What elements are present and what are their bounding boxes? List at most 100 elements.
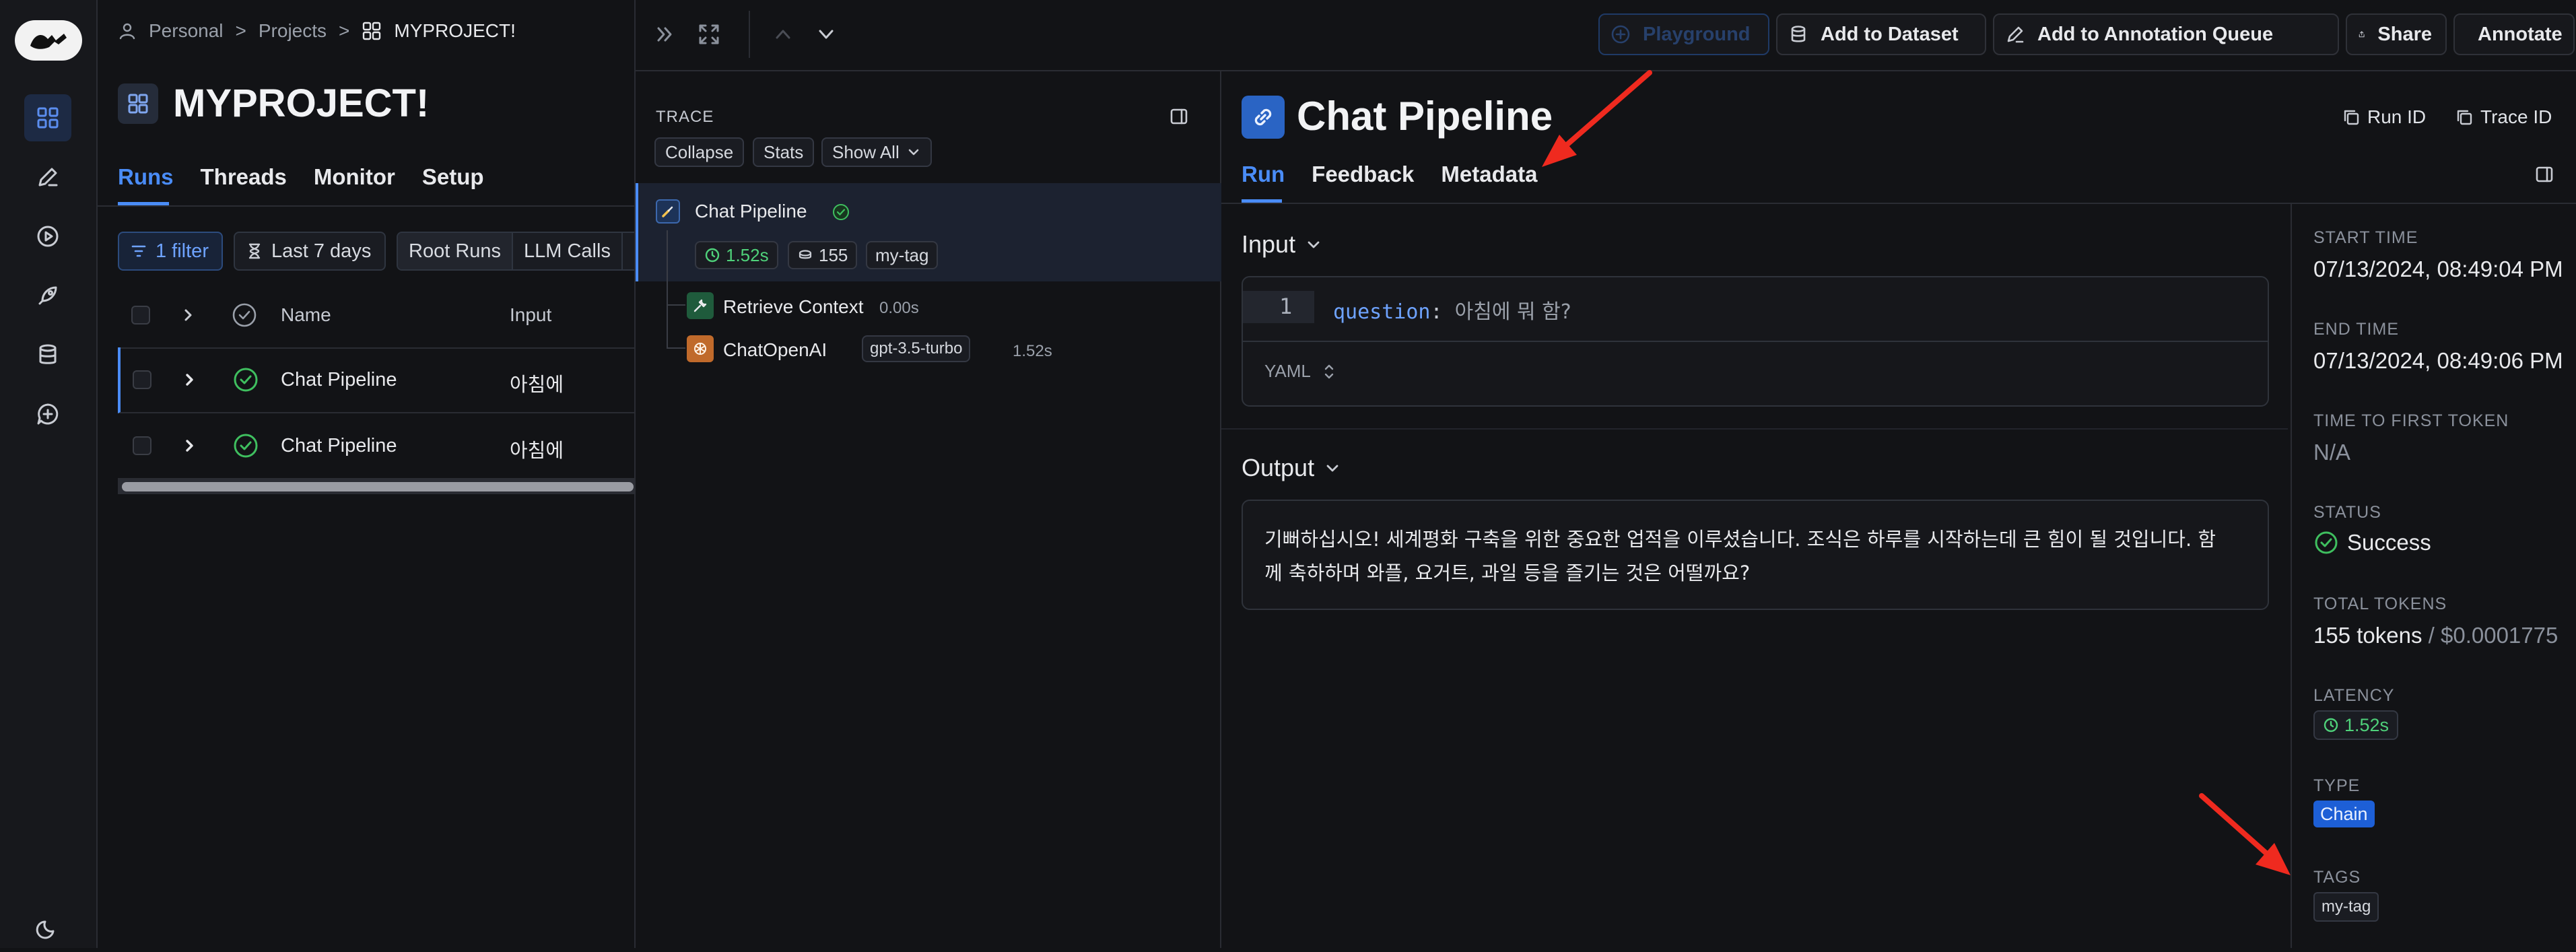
row-checkbox[interactable] [133,436,151,455]
horizontal-scrollbar[interactable] [118,479,634,494]
column-input[interactable]: Input [510,304,551,326]
left-rail [0,0,98,948]
breadcrumb: Personal > Projects > MYPROJECT! [118,20,516,42]
projects-grid-icon[interactable] [24,94,71,141]
trace-child-name: ChatOpenAI [723,339,827,360]
annotate-button[interactable]: Annotate [2453,13,2575,55]
tab-metadata[interactable]: Metadata [1441,162,1537,187]
column-name[interactable]: Name [281,304,331,326]
code-line[interactable]: question: 아침에 뭐 함? [1333,295,1571,325]
copy-trace-id-button[interactable]: Trace ID [2455,106,2552,128]
annotate-label: Annotate [2478,23,2563,45]
success-icon [2315,531,2338,554]
wrench-icon [687,292,714,319]
trace-heading: TRACE [656,108,714,126]
add-to-annotation-queue-button[interactable]: Add to Annotation Queue [1993,13,2339,55]
type-badge: Chain [2313,801,2375,827]
stats-button[interactable]: Stats [753,137,815,167]
add-to-dataset-button[interactable]: Add to Dataset [1776,13,1986,55]
filter-button[interactable]: 1 filter [118,232,223,271]
row-checkbox[interactable] [133,370,151,389]
copy-icon [2457,110,2472,125]
format-label: YAML [1264,361,1311,381]
token-value: 155 [819,244,848,265]
pencil-icon[interactable] [24,154,71,201]
breadcrumb-projects[interactable]: Projects [259,20,327,42]
trace-root-item[interactable]: Chat Pipeline 1.52s 155 my-tag [636,183,1221,281]
chevron-right-icon[interactable] [180,307,196,323]
root-runs-option[interactable]: Root Runs [398,233,514,269]
plus-circle-icon [1611,25,1630,44]
rocket-icon[interactable] [24,272,71,319]
expand-icon[interactable] [698,23,720,46]
success-icon [234,434,258,458]
database-icon [1791,26,1806,42]
tab-feedback[interactable]: Feedback [1312,162,1414,187]
chevron-down-icon[interactable] [815,23,838,46]
output-text: 기뻐하십시오! 세계평화 구축을 위한 중요한 업적을 이루셨습니다. 조식은 … [1264,522,2247,590]
expand-chevron-icon[interactable] [181,438,197,454]
select-all-checkbox[interactable] [131,306,150,325]
row-name: Chat Pipeline [281,369,397,390]
chain-icon [656,199,680,224]
collapse-panel-icon[interactable] [654,23,677,46]
tag-badge: my-tag [866,241,939,269]
show-all-label: Show All [832,141,900,162]
share-button[interactable]: Share [2346,13,2447,55]
output-label: Output [1242,454,1315,481]
trace-child-item[interactable]: ChatOpenAI gpt-3.5-turbo 1.52s [683,333,1208,368]
run-title: Chat Pipeline [1297,94,1553,139]
run-id-label: Run ID [2367,106,2427,127]
trace-panel: TRACE Collapse Stats Show All Chat Pipel… [636,71,1221,948]
tab-runs[interactable]: Runs [118,164,174,190]
input-section-toggle[interactable]: Input [1242,230,1322,259]
output-line: 기뻐하십시오! 세계평화 구축을 위한 중요한 업적을 이루셨습니다. 조식은 … [1264,528,2216,551]
trace-child-name: Retrieve Context [723,296,864,317]
tag-badge: my-tag [2313,892,2379,922]
table-row[interactable]: Chat Pipeline 아침에 [118,413,634,479]
date-range-button[interactable]: Last 7 days [234,232,386,271]
trace-child-item[interactable]: Retrieve Context 0.00s [683,290,1208,325]
tab-monitor[interactable]: Monitor [314,164,395,190]
breadcrumb-separator: > [235,20,246,41]
chevron-down-icon [908,149,919,156]
tab-setup[interactable]: Setup [422,164,484,190]
panel-toggle-icon[interactable] [1169,106,1189,127]
chevron-up-icon[interactable] [772,23,794,46]
expand-chevron-icon[interactable] [181,372,197,388]
project-title-block: MYPROJECT! [118,81,429,126]
input-viewer: 1 question: 아침에 뭐 함? YAML [1242,276,2269,407]
play-circle-icon[interactable] [24,213,71,260]
copy-icon [2344,110,2359,125]
row-input: 아침에 [510,373,564,396]
code-key: question [1333,300,1431,324]
playground-button[interactable]: Playground [1598,13,1769,55]
copy-run-id-button[interactable]: Run ID [2342,106,2426,128]
show-all-dropdown[interactable]: Show All [821,137,932,167]
openai-icon [687,335,714,362]
project-panel: Personal > Projects > MYPROJECT! MYPROJE… [98,0,636,948]
sidebar-toggle-icon[interactable] [2534,164,2554,184]
breadcrumb-personal[interactable]: Personal [149,20,224,42]
latency-badge: 1.52s [2313,710,2399,740]
page-title: MYPROJECT! [173,81,430,125]
code-colon: : [1430,300,1443,324]
table-row[interactable]: Chat Pipeline 아침에 [118,347,634,413]
dark-mode-icon[interactable] [24,905,71,952]
llm-calls-option[interactable]: LLM Calls [513,233,623,269]
latency-value: 1.52s [726,244,769,265]
row-name: Chat Pipeline [281,435,397,456]
chat-plus-icon[interactable] [24,390,71,438]
collapse-button[interactable]: Collapse [654,137,745,167]
line-number: 1 [1279,294,1293,319]
scrollbar-thumb[interactable] [122,482,634,491]
breadcrumb-separator: > [339,20,350,41]
annotation-arrow [1542,70,1652,167]
tab-threads[interactable]: Threads [201,164,287,190]
output-section-toggle[interactable]: Output [1242,454,1341,482]
tokens-value: 155 tokens / $0.0001775 [2313,623,2558,648]
format-selector[interactable]: YAML [1264,361,1336,382]
database-icon[interactable] [24,331,71,378]
tab-run[interactable]: Run [1242,162,1285,187]
app-logo[interactable] [15,20,82,61]
